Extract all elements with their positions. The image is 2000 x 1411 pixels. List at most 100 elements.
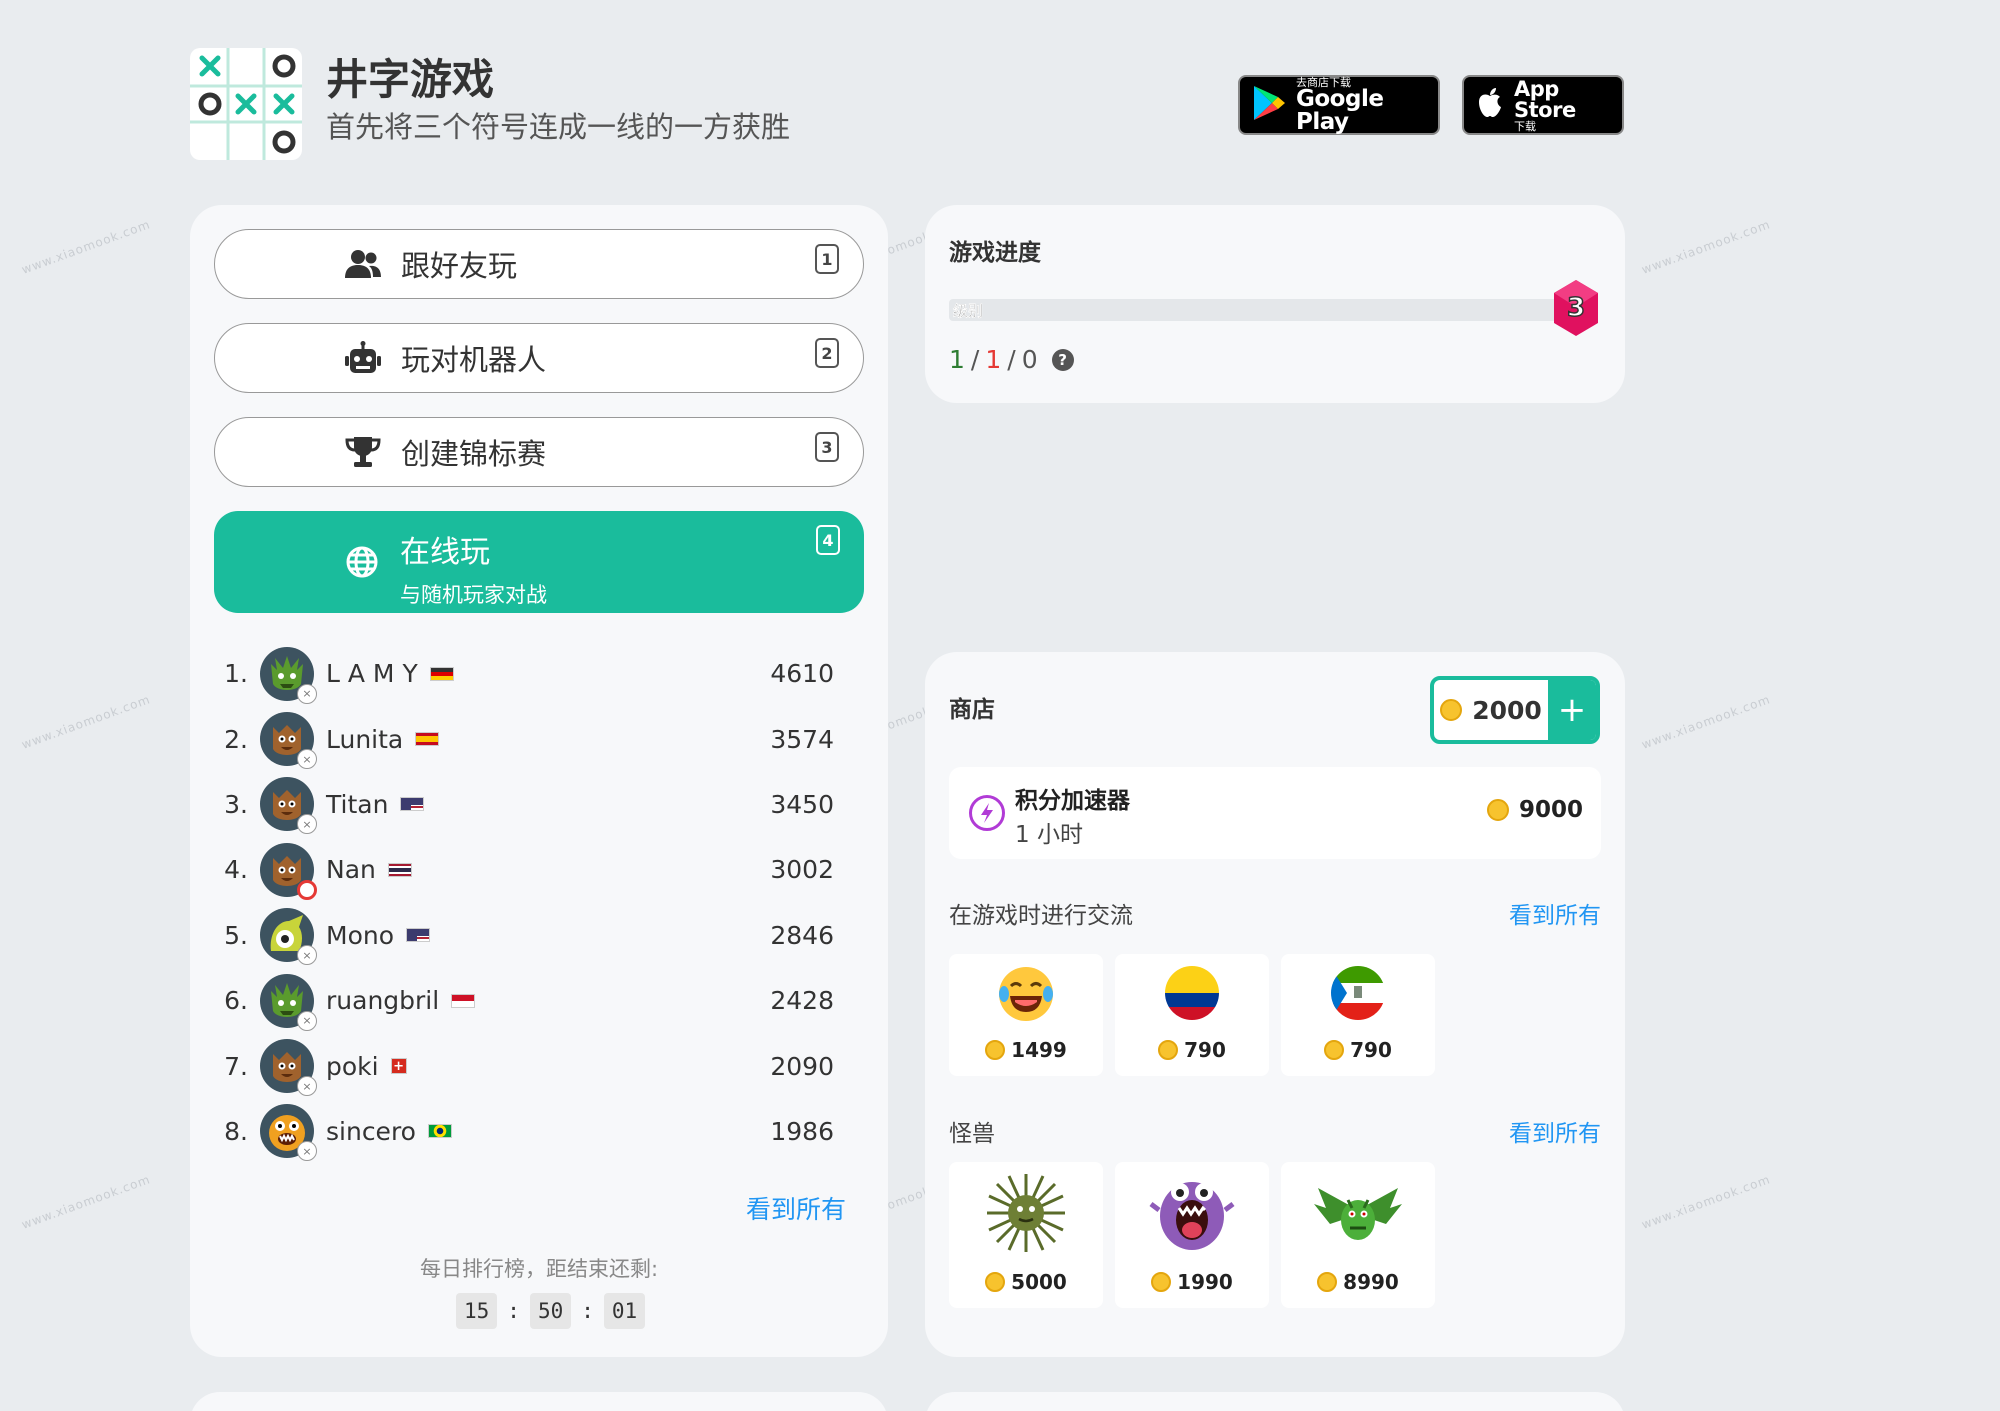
brown-monster-avatar[interactable]: ×	[260, 712, 317, 770]
coin-icon	[1151, 1272, 1172, 1292]
mode-label: 跟好友玩	[401, 249, 518, 283]
play-online-button[interactable]: 在线玩 与随机玩家对战 4	[214, 511, 864, 613]
app-store-label: App Store	[1514, 76, 1576, 122]
coin-icon	[1486, 799, 1509, 821]
leaderboard: 1. × L A M Y 4610 2. × Lunita 3574 3. ×	[218, 641, 858, 1164]
brown-monster-avatar[interactable]: ×	[260, 777, 317, 835]
offline-status-icon: ×	[297, 1010, 317, 1031]
create-tournament-button[interactable]: 创建锦标赛 3	[214, 417, 864, 487]
leaderboard-row[interactable]: 3. × Titan 3450	[218, 772, 858, 837]
orange-monster-avatar[interactable]: ×	[260, 1104, 317, 1162]
leaderboard-row[interactable]: 1. × L A M Y 4610	[218, 641, 858, 706]
spain-flag-icon	[415, 732, 440, 747]
leaderboard-row[interactable]: 5. × Mono 2846	[218, 903, 858, 968]
shop-item[interactable]: 790	[1281, 954, 1435, 1076]
coin-icon	[1440, 699, 1463, 721]
app-store-button[interactable]: App Store 下载	[1462, 75, 1624, 135]
player-name: poki	[326, 1051, 379, 1081]
rank: 2.	[224, 724, 248, 754]
colombia-flag-icon	[1163, 964, 1221, 1026]
timer-hours: 15	[456, 1293, 498, 1329]
shop-item[interactable]: 1499	[949, 954, 1103, 1076]
timer-separator: :	[581, 1299, 594, 1323]
rank: 5.	[224, 920, 248, 950]
coin-icon	[985, 1040, 1006, 1060]
countdown-timer: 15 : 50 : 01	[456, 1293, 646, 1329]
leaderboard-row[interactable]: 2. × Lunita 3574	[218, 706, 858, 771]
equatorial-guinea-flag-icon	[1329, 964, 1387, 1026]
lightning-icon	[969, 795, 1005, 831]
item-price: 790	[1184, 1038, 1226, 1062]
shop-item[interactable]: 1990	[1115, 1162, 1269, 1308]
hotkey-badge: 4	[816, 525, 840, 555]
usa-flag-icon	[406, 928, 431, 943]
item-price: 5000	[1011, 1270, 1067, 1294]
losses-count: 1	[985, 345, 1002, 374]
player-name: L A M Y	[326, 659, 418, 689]
watermark: www.xiaomook.com	[1639, 217, 1773, 277]
help-icon[interactable]: ?	[1051, 348, 1074, 371]
player-score: 2090	[770, 1051, 834, 1081]
mode-label: 在线玩	[400, 535, 490, 570]
one-eyed-monster-avatar[interactable]: ×	[260, 908, 317, 966]
leaderboard-see-all-link[interactable]: 看到所有	[746, 1190, 846, 1226]
google-play-button[interactable]: 去商店下载 Google Play	[1238, 75, 1440, 135]
chat-see-all-link[interactable]: 看到所有	[1509, 896, 1601, 930]
coin-icon	[1158, 1040, 1179, 1060]
laughing-emoji-icon	[996, 964, 1056, 1028]
wins-count: 1	[949, 345, 965, 374]
leaderboard-row[interactable]: 6. × ruangbril 2428	[218, 968, 858, 1033]
green-monster-avatar[interactable]: ×	[260, 646, 317, 704]
mode-sublabel: 与随机玩家对战	[400, 583, 547, 607]
indonesia-flag-icon	[451, 993, 476, 1008]
record-separator: /	[970, 345, 980, 374]
player-name: ruangbril	[326, 986, 440, 1016]
monster-see-all-link[interactable]: 看到所有	[1509, 1114, 1601, 1148]
shop-item[interactable]: 790	[1115, 954, 1269, 1076]
offline-status-icon: ×	[297, 1076, 317, 1097]
game-progress-card: 游戏进度 级别 3 1 / 1 / 0 ?	[925, 205, 1625, 403]
player-name: Mono	[326, 920, 395, 950]
timer-minutes: 50	[529, 1293, 572, 1329]
coin-wallet[interactable]: 2000 +	[1430, 676, 1600, 744]
rank: 3.	[224, 789, 248, 819]
player-name: Lunita	[326, 724, 404, 754]
buy-coins-button[interactable]: +	[1548, 680, 1596, 740]
draws-count: 0	[1021, 345, 1038, 374]
brown-monster-avatar[interactable]	[260, 842, 317, 900]
player-name: Titan	[326, 789, 389, 819]
shop-item[interactable]: 8990	[1281, 1162, 1435, 1308]
leaderboard-row[interactable]: 7. × poki + 2090	[218, 1033, 858, 1098]
play-vs-robot-button[interactable]: 玩对机器人 2	[214, 323, 864, 393]
rank: 8.	[224, 1116, 248, 1146]
leaderboard-row[interactable]: 4. Nan 3002	[218, 837, 858, 902]
points-booster-item[interactable]: 积分加速器 1 小时 9000	[949, 767, 1601, 859]
level-number: 3	[1566, 292, 1586, 324]
page-title: 井字游戏	[326, 55, 495, 104]
hotkey-badge: 1	[815, 244, 839, 274]
green-monster-avatar[interactable]: ×	[260, 973, 317, 1031]
germany-flag-icon	[429, 666, 454, 681]
watermark: www.xiaomook.com	[1639, 1172, 1773, 1232]
watermark: www.xiaomook.com	[1639, 692, 1773, 752]
player-score: 3574	[770, 724, 834, 754]
win-loss-draw-record: 1 / 1 / 0 ?	[949, 345, 1074, 374]
apple-icon	[1476, 87, 1504, 123]
tic-tac-toe-logo-icon[interactable]	[190, 48, 302, 160]
shop-title: 商店	[949, 697, 995, 723]
player-score: 2846	[770, 920, 834, 950]
hotkey-badge: 3	[815, 432, 839, 462]
player-score: 1986	[770, 1116, 834, 1146]
coin-icon	[985, 1272, 1006, 1292]
google-play-icon	[1252, 84, 1286, 126]
booster-duration: 1 小时	[1015, 822, 1083, 848]
player-score: 4610	[770, 659, 834, 689]
leaderboard-row[interactable]: 8. × sincero 1986	[218, 1099, 858, 1164]
chat-section-title: 在游戏时进行交流	[949, 903, 1133, 929]
timer-seconds: 01	[603, 1293, 646, 1329]
shop-item[interactable]: 5000	[949, 1162, 1103, 1308]
play-with-friend-button[interactable]: 跟好友玩 1	[214, 229, 864, 299]
brown-monster-avatar[interactable]: ×	[260, 1039, 317, 1097]
robot-icon	[343, 338, 383, 378]
watermark: www.xiaomook.com	[19, 1172, 153, 1232]
